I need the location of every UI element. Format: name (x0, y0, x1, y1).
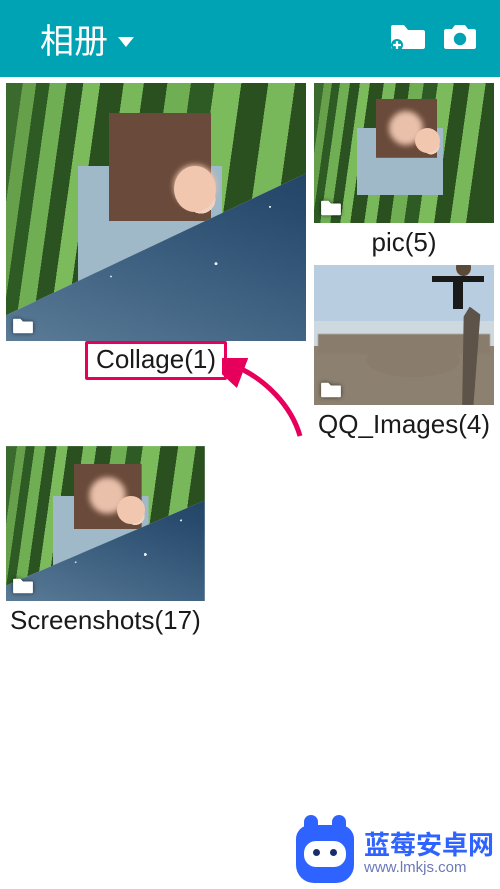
collage-thumb-art (6, 446, 205, 601)
album-thumbnail (314, 83, 494, 223)
album-selector-dropdown[interactable]: 相册 (40, 14, 134, 63)
album-label: Screenshots(17) (6, 601, 205, 636)
album-thumbnail (6, 83, 306, 341)
album-thumbnail (6, 446, 205, 601)
watermark-mascot-icon (296, 825, 354, 883)
folder-icon (320, 199, 342, 217)
caret-down-icon (118, 37, 134, 47)
watermark-brand: 蓝莓安卓网 (364, 832, 494, 859)
album-pic[interactable]: pic(5) (314, 83, 494, 259)
folder-icon (12, 577, 34, 595)
album-screenshots[interactable]: Screenshots(17) (6, 446, 205, 636)
album-thumbnail (314, 265, 494, 405)
new-folder-button[interactable] (382, 13, 434, 65)
album-grid: Collage(1) pic(5) QQ_Images(4) (0, 77, 500, 642)
album-collage[interactable]: Collage(1) (6, 83, 306, 380)
collage-thumb-art (6, 83, 306, 341)
watermark-url: www.lmkjs.com (364, 860, 494, 876)
app-bar: 相册 (0, 0, 500, 77)
appbar-title: 相册 (40, 14, 108, 63)
watermark-text: 蓝莓安卓网 www.lmkjs.com (364, 832, 494, 875)
album-label: QQ_Images(4) (314, 405, 494, 440)
album-label: Collage(1) (85, 341, 227, 380)
camera-icon (442, 21, 478, 56)
watermark: 蓝莓安卓网 www.lmkjs.com (296, 825, 494, 883)
new-folder-add-icon (390, 21, 426, 56)
folder-icon (12, 317, 34, 335)
folder-icon (320, 381, 342, 399)
album-qq-images[interactable]: QQ_Images(4) (314, 265, 494, 441)
camera-button[interactable] (434, 13, 486, 65)
album-label: pic(5) (368, 223, 441, 258)
